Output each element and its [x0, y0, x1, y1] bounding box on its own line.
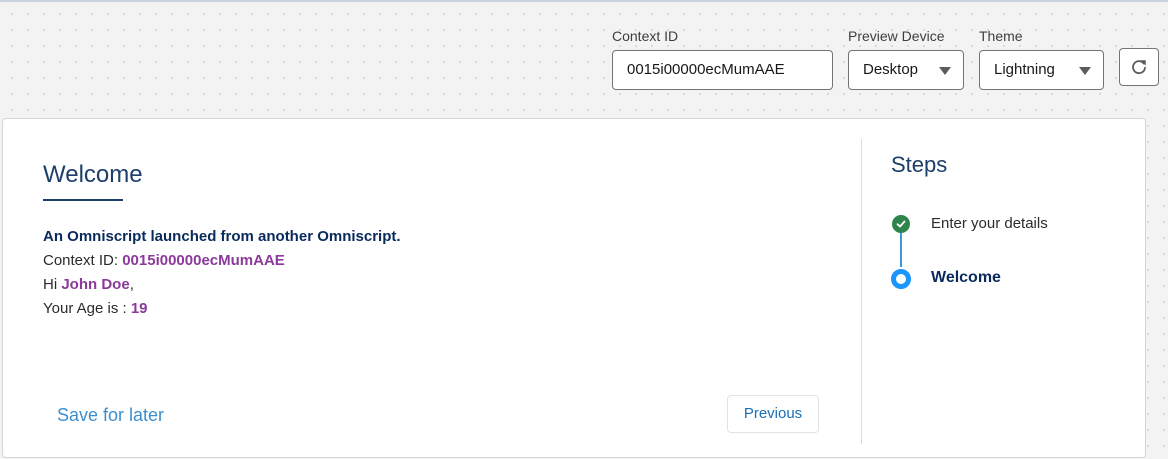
refresh-button[interactable] [1119, 48, 1159, 86]
current-step-icon [891, 269, 911, 289]
context-line: Context ID: 0015i00000ecMumAAE [43, 249, 401, 273]
top-border [0, 0, 1168, 2]
previous-button[interactable]: Previous [727, 395, 819, 433]
intro-text: An Omniscript launched from another Omni… [43, 228, 401, 245]
page-title: Welcome [43, 161, 143, 188]
theme-label: Theme [979, 28, 1023, 44]
age-value: 19 [130, 300, 148, 317]
welcome-content: An Omniscript launched from another Omni… [43, 225, 401, 321]
title-underline [43, 199, 123, 201]
context-id-value: 0015i00000ecMumAAE [122, 252, 285, 269]
step-connector [900, 233, 902, 267]
omniscript-card: Welcome An Omniscript launched from anot… [2, 118, 1146, 458]
theme-value: Lightning [994, 61, 1055, 78]
greeting-line: Hi John Doe, [43, 273, 401, 297]
chevron-down-icon [939, 67, 951, 75]
check-icon [892, 215, 910, 233]
context-id-input[interactable]: 0015i00000ecMumAAE [612, 50, 833, 90]
theme-select[interactable]: Lightning [979, 50, 1104, 90]
age-line: Your Age is : 19 [43, 297, 401, 321]
greeting-prefix: Hi [43, 276, 62, 293]
save-for-later-link[interactable]: Save for later [57, 405, 164, 426]
preview-device-select[interactable]: Desktop [848, 50, 964, 90]
user-name: John Doe [61, 276, 130, 293]
refresh-icon [1132, 60, 1146, 74]
context-id-label: Context ID [612, 28, 679, 44]
checkmark-icon [896, 220, 906, 228]
vertical-divider [861, 139, 862, 444]
step-enter-details[interactable]: Enter your details [931, 215, 1048, 232]
preview-device-value: Desktop [863, 61, 919, 78]
chevron-down-icon [1079, 67, 1091, 75]
context-prefix: Context ID: [43, 252, 123, 269]
age-prefix: Your Age is : [43, 300, 131, 317]
preview-device-label: Preview Device [848, 28, 945, 44]
step-welcome[interactable]: Welcome [931, 269, 1001, 287]
greeting-suffix: , [129, 276, 134, 293]
steps-title: Steps [891, 152, 948, 177]
